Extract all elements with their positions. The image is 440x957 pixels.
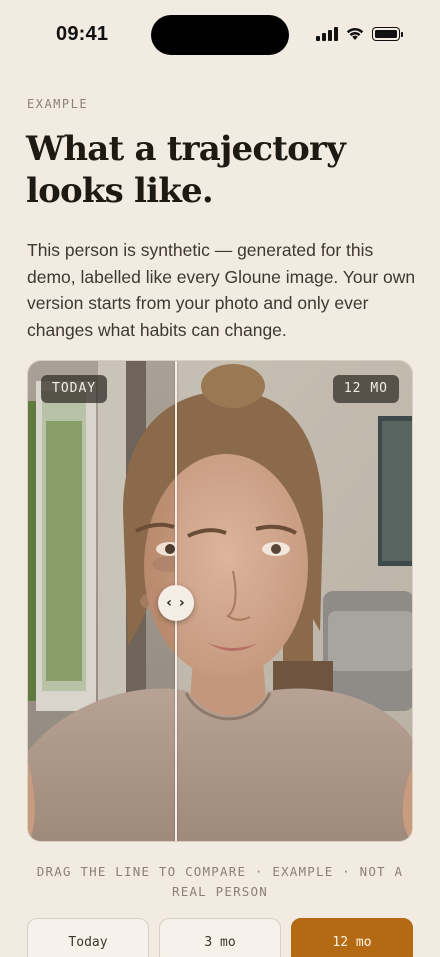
segment-3-mo[interactable]: 3 mo <box>159 918 281 957</box>
intro-paragraph: This person is synthetic — generated for… <box>27 240 416 340</box>
chevrons-left-right-icon: ‹ › <box>166 595 186 611</box>
before-after-compare[interactable]: TODAY 12 MO ‹ › <box>27 360 413 842</box>
compare-hint: DRAG THE LINE TO COMPARE · EXAMPLE · NOT… <box>36 864 404 899</box>
today-tag: TODAY <box>41 375 108 403</box>
status-time: 09:41 <box>56 23 109 45</box>
status-icons <box>316 26 403 41</box>
status-bar: 09:41 <box>0 0 440 70</box>
section-eyebrow: EXAMPLE <box>27 97 89 111</box>
wifi-icon <box>346 28 364 40</box>
cellular-signal-icon <box>316 26 338 41</box>
compare-drag-handle[interactable]: ‹ › <box>158 585 194 621</box>
segment-12-mo[interactable]: 12 mo <box>291 918 413 957</box>
twelve-month-tag: 12 MO <box>332 375 399 403</box>
battery-icon <box>372 26 403 41</box>
timeframe-segmented-control: Today 3 mo 12 mo <box>27 918 413 957</box>
synthetic-portrait-image <box>28 361 412 841</box>
segment-today[interactable]: Today <box>27 918 149 957</box>
dynamic-island <box>151 15 289 55</box>
page-title: What a trajectory looks like. <box>26 129 346 211</box>
